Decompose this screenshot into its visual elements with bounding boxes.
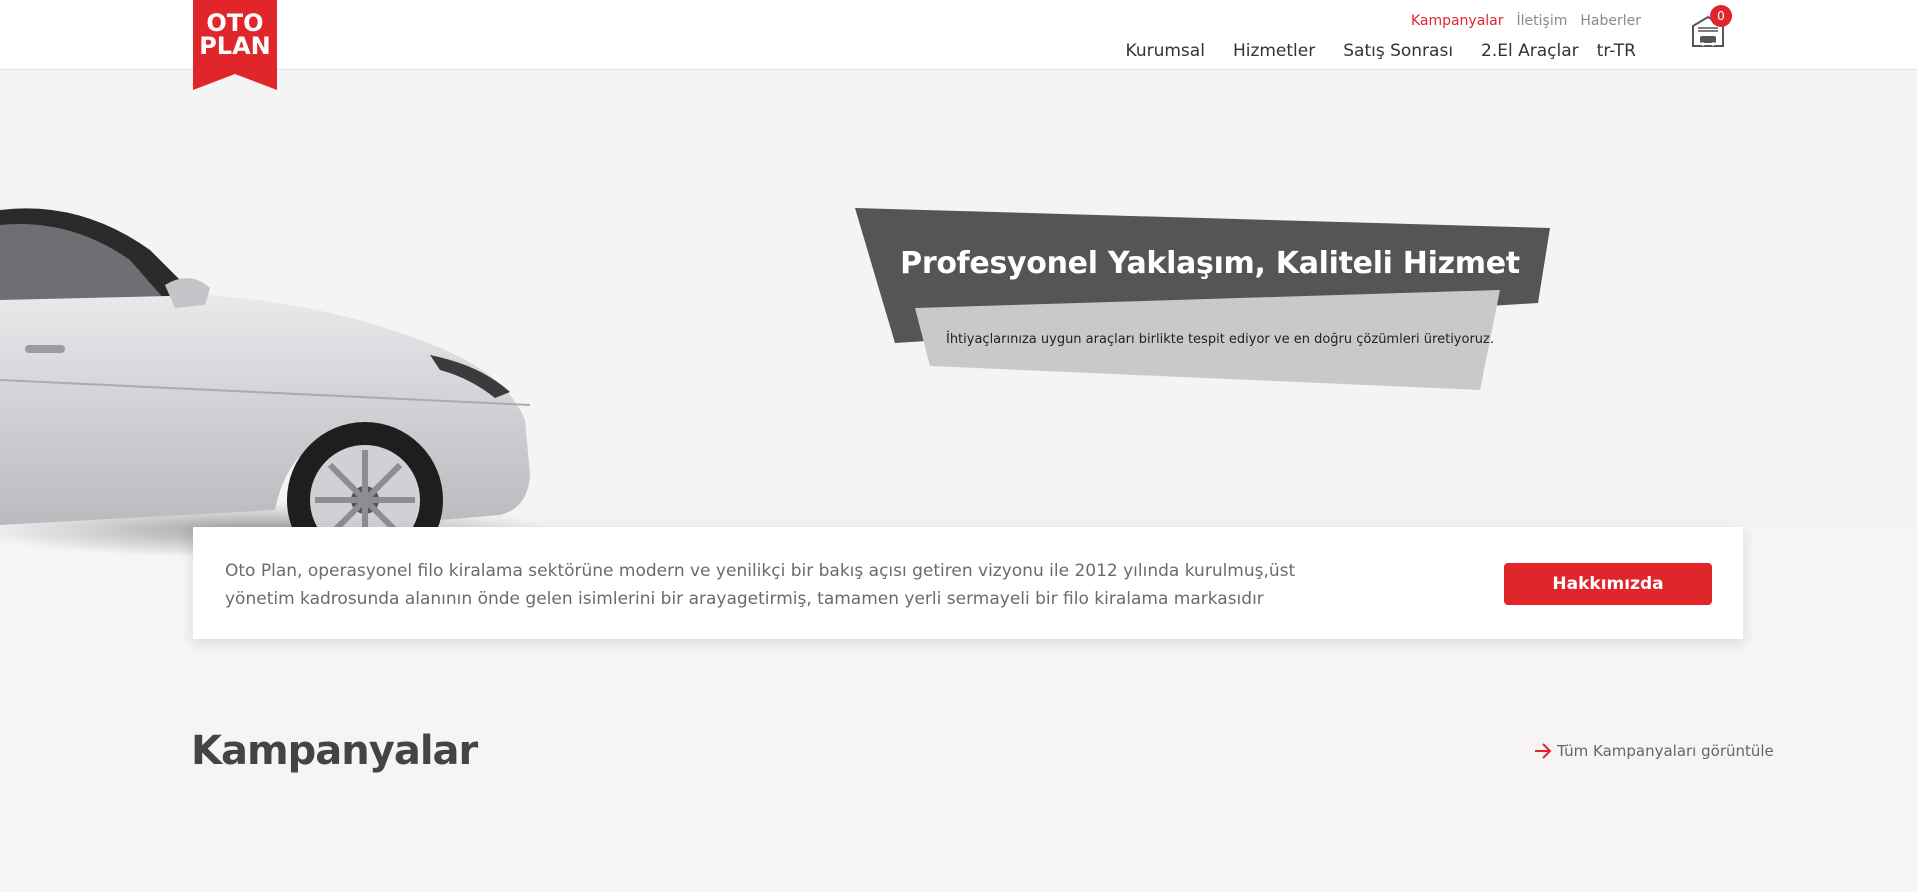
about-text: Oto Plan, operasyonel filo kiralama sekt… <box>225 561 1296 609</box>
nav-item-kurumsal[interactable]: Kurumsal <box>1126 41 1205 61</box>
logo-line-2: PLAN <box>199 32 271 60</box>
main-nav: Kurumsal Hizmetler Satış Sonrası 2.El Ar… <box>1126 41 1636 61</box>
view-all-campaigns-label: Tüm Kampanyaları görüntüle <box>1557 742 1774 760</box>
top-link-haberler[interactable]: Haberler <box>1580 13 1641 29</box>
hero-banner <box>855 208 1550 390</box>
top-link-kampanyalar[interactable]: Kampanyalar <box>1411 13 1504 29</box>
about-us-button[interactable]: Hakkımızda <box>1504 563 1712 605</box>
about-card: Oto Plan, operasyonel filo kiralama sekt… <box>193 527 1743 639</box>
arrow-right-icon <box>1533 741 1553 761</box>
top-links: Kampanyalar İletişim Haberler <box>1411 13 1641 29</box>
campaigns-title: Kampanyalar <box>191 728 478 774</box>
nav-item-ikinci-el-araclar[interactable]: 2.El Araçlar <box>1481 41 1579 61</box>
top-link-iletisim[interactable]: İletişim <box>1517 13 1568 29</box>
hero-subtitle: İhtiyaçlarınıza uygun araçları birlikte … <box>945 332 1494 347</box>
hero-title: Profesyonel Yaklaşım, Kaliteli Hizmet <box>900 246 1520 281</box>
garage-count-badge: 0 <box>1710 5 1732 27</box>
nav-item-hizmetler[interactable]: Hizmetler <box>1233 41 1315 61</box>
car-image <box>0 208 540 570</box>
nav-item-satis-sonrasi[interactable]: Satış Sonrası <box>1343 41 1453 61</box>
language-selector[interactable]: tr-TR <box>1597 41 1636 61</box>
hero-section <box>0 70 1917 570</box>
site-header: Kampanyalar İletişim Haberler Kurumsal H… <box>0 0 1917 70</box>
oto-plan-logo[interactable]: OTO PLAN <box>193 0 277 90</box>
view-all-campaigns-link[interactable]: Tüm Kampanyaları görüntüle <box>1533 741 1774 761</box>
